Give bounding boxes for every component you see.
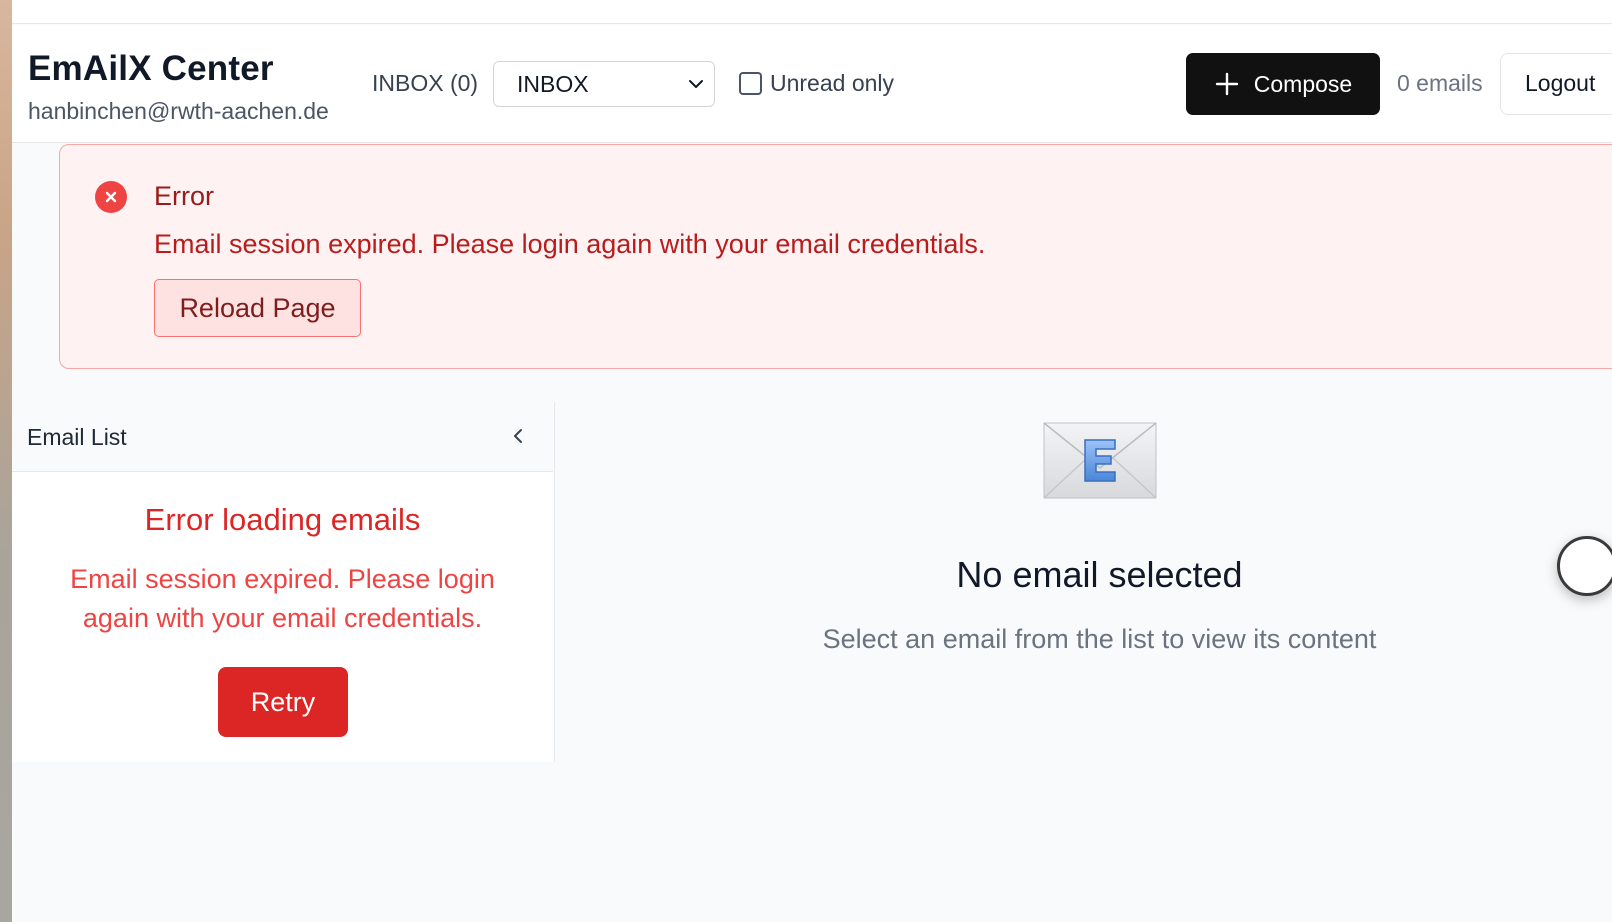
retry-button[interactable]: Retry [218, 667, 348, 737]
top-strip [12, 0, 1612, 24]
email-count: 0 emails [1397, 70, 1483, 96]
alert-title: Error [154, 181, 214, 211]
email-list-panel: Email List Error loading emails Email se… [12, 402, 555, 762]
unread-only-label: Unread only [770, 70, 895, 96]
chevron-down-icon [689, 80, 703, 88]
window-edge [0, 0, 12, 922]
compose-label: Compose [1253, 70, 1353, 97]
alert-message: Email session expired. Please login agai… [154, 229, 986, 259]
error-alert: Error Email session expired. Please logi… [59, 144, 1612, 369]
logout-button[interactable]: Logout [1500, 53, 1612, 115]
unread-only-toggle[interactable]: Unread only [739, 70, 894, 97]
app-window: EmAilX Center hanbinchen@rwth-aachen.de … [0, 0, 1612, 922]
floating-action-bubble[interactable] [1557, 536, 1612, 596]
empty-state-title: No email selected [956, 554, 1243, 595]
folder-select-value: INBOX [517, 70, 589, 97]
app-header: EmAilX Center hanbinchen@rwth-aachen.de … [12, 25, 1612, 143]
folder-label: INBOX (0) [372, 70, 479, 96]
compose-button[interactable]: Compose [1186, 53, 1380, 115]
reload-page-button[interactable]: Reload Page [154, 279, 361, 337]
account-email: hanbinchen@rwth-aachen.de [28, 98, 329, 124]
list-error-title: Error loading emails [144, 502, 421, 537]
plus-icon [1215, 72, 1238, 96]
folder-select[interactable]: INBOX [493, 61, 715, 107]
error-circle-icon [95, 181, 127, 213]
unread-only-checkbox[interactable] [739, 72, 762, 95]
app-title: EmAilX Center [28, 49, 274, 88]
email-list-header: Email List [12, 402, 553, 472]
email-list-title: Email List [27, 424, 127, 450]
chevron-left-icon[interactable] [506, 424, 530, 448]
email-detail-panel: No email selected Select an email from t… [556, 402, 1612, 762]
envelope-e-icon [1043, 422, 1157, 499]
empty-state-subtitle: Select an email from the list to view it… [822, 624, 1377, 654]
list-error-message: Email session expired. Please login agai… [70, 564, 495, 633]
